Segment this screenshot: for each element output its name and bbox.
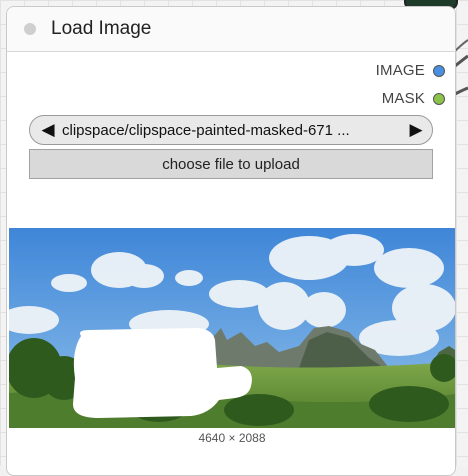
load-image-node[interactable]: Load Image IMAGE MASK ◀ clipspace/clipsp… xyxy=(6,6,456,476)
output-image-slot-icon[interactable] xyxy=(433,64,445,77)
upload-button[interactable]: choose file to upload xyxy=(29,149,433,179)
image-combo-value: clipspace/clipspace-painted-masked-671 .… xyxy=(62,121,350,139)
output-mask-label: MASK xyxy=(381,90,425,107)
image-combo-widget[interactable]: ◀ clipspace/clipspace-painted-masked-671… xyxy=(29,115,433,145)
triangle-right-icon[interactable]: ▶ xyxy=(404,120,428,140)
output-mask[interactable]: MASK xyxy=(382,90,445,107)
image-preview xyxy=(9,228,455,428)
output-image[interactable]: IMAGE xyxy=(376,62,445,79)
node-header[interactable]: Load Image xyxy=(7,7,455,52)
output-image-label: IMAGE xyxy=(375,62,425,79)
landscape-preview-image xyxy=(9,228,455,428)
collapse-toggle-icon[interactable] xyxy=(24,23,36,35)
node-title: Load Image xyxy=(51,18,152,39)
output-mask-slot-icon[interactable] xyxy=(433,92,445,105)
image-dimensions: 4640 × 2088 xyxy=(198,431,266,445)
triangle-left-icon[interactable]: ◀ xyxy=(36,120,60,140)
